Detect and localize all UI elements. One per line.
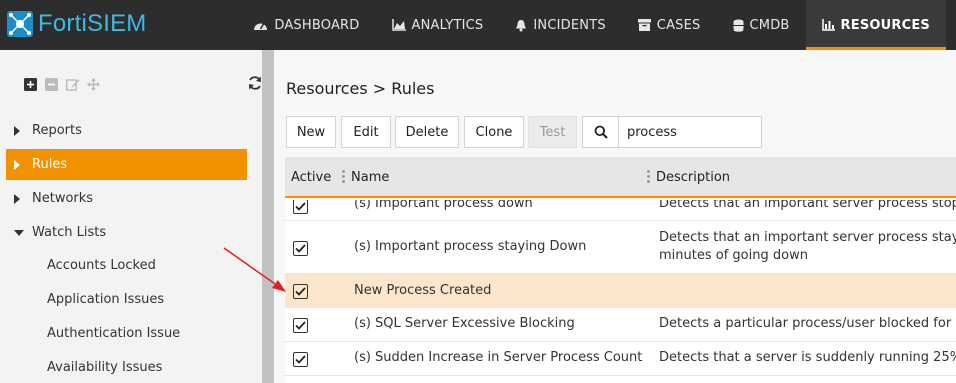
active-checkbox[interactable] xyxy=(293,352,308,367)
column-resize-handle[interactable] xyxy=(342,170,345,186)
test-button[interactable]: Test xyxy=(528,116,577,148)
nav-dashboard-label: DASHBOARD xyxy=(274,17,360,33)
sidebar-item-label: Networks xyxy=(32,191,94,206)
column-header-name[interactable]: Name xyxy=(351,170,389,185)
table-header: Active Name Description xyxy=(285,157,956,198)
nav-incidents-label: INCIDENTS xyxy=(533,17,606,33)
top-navbar: FortiSIEM DASHBOARD ANALYTICS INCIDENTS … xyxy=(0,0,956,50)
column-header-description[interactable]: Description xyxy=(656,170,730,185)
new-button[interactable]: New xyxy=(286,116,336,148)
caret-down-icon xyxy=(14,229,24,236)
sidebar-child-accounts-locked[interactable]: Accounts Locked xyxy=(47,256,156,276)
rule-description: Detects that a server is suddenly runnin… xyxy=(659,350,956,365)
archive-icon xyxy=(637,19,651,31)
sidebar-child-availability-issues[interactable]: Availability Issues xyxy=(47,358,162,378)
nav-cases-label: CASES xyxy=(656,17,701,33)
edit-icon[interactable] xyxy=(65,76,80,91)
database-icon xyxy=(733,19,743,32)
dashboard-icon xyxy=(254,23,268,30)
bar-chart-icon xyxy=(821,19,835,31)
caret-right-icon xyxy=(14,125,24,136)
table-row[interactable]: (s) SQL Server Excessive Blocking Detect… xyxy=(285,308,956,342)
sidebar-toolbar xyxy=(24,76,100,91)
brand-name: FortiSIEM xyxy=(38,10,147,37)
sidebar-child-authentication-issue[interactable]: Authentication Issue xyxy=(47,324,180,344)
active-checkbox[interactable] xyxy=(293,200,308,214)
add-icon[interactable] xyxy=(24,76,37,91)
active-checkbox[interactable] xyxy=(293,284,308,299)
brand-logo[interactable]: FortiSIEM xyxy=(6,8,146,40)
search-icon[interactable] xyxy=(583,117,619,147)
nav-incidents[interactable]: INCIDENTS xyxy=(499,0,621,50)
table-row-selected[interactable]: New Process Created xyxy=(285,274,956,308)
nav-cmdb-label: CMDB xyxy=(749,17,790,33)
rule-description: Detects a particular process/user blocke… xyxy=(659,316,956,331)
edit-button[interactable]: Edit xyxy=(341,116,391,148)
rules-table-body: (s) Important process down Detects that … xyxy=(285,200,956,383)
nav-resources[interactable]: RESOURCES xyxy=(805,0,946,50)
rule-name: (s) Important process staying Down xyxy=(354,239,587,254)
column-resize-handle[interactable] xyxy=(647,170,650,186)
move-icon[interactable] xyxy=(87,76,100,91)
table-row[interactable]: (s) Important process down Detects that … xyxy=(285,200,956,221)
rule-description-line2: minutes of going down xyxy=(659,248,808,263)
nav-dashboard[interactable]: DASHBOARD xyxy=(237,0,375,50)
search-input[interactable] xyxy=(619,117,759,147)
sidebar-item-reports[interactable]: Reports xyxy=(6,115,247,146)
fortisiem-logo-icon xyxy=(7,11,33,37)
rule-name: (s) Sudden Increase in Server Process Co… xyxy=(354,350,643,365)
breadcrumb: Resources > Rules xyxy=(286,79,435,98)
sidebar-item-label: Watch Lists xyxy=(32,225,107,240)
rule-name: New Process Created xyxy=(354,283,492,298)
rule-name: (s) Important process down xyxy=(354,200,533,211)
caret-right-icon xyxy=(14,159,24,170)
sidebar-item-label: Rules xyxy=(32,157,68,172)
remove-icon[interactable] xyxy=(45,76,58,91)
sidebar-item-watch-lists[interactable]: Watch Lists xyxy=(6,217,247,248)
rule-description: Detects that an important server process… xyxy=(659,230,956,245)
table-row[interactable]: (s) Sudden Increase in Server Process Co… xyxy=(285,342,956,376)
refresh-icon[interactable] xyxy=(247,75,263,91)
chart-icon xyxy=(391,19,406,31)
column-header-active[interactable]: Active xyxy=(291,170,331,185)
sidebar-item-networks[interactable]: Networks xyxy=(6,183,247,214)
nav-cmdb[interactable]: CMDB xyxy=(717,0,806,50)
rule-name: (s) SQL Server Excessive Blocking xyxy=(354,316,575,331)
active-checkbox[interactable] xyxy=(293,318,308,333)
active-checkbox[interactable] xyxy=(293,241,308,256)
nav-cases[interactable]: CASES xyxy=(622,0,717,50)
nav-analytics-label: ANALYTICS xyxy=(411,17,484,33)
search-box xyxy=(582,116,762,148)
clone-button[interactable]: Clone xyxy=(464,116,524,148)
nav-analytics[interactable]: ANALYTICS xyxy=(376,0,500,50)
rule-description: Detects that an important server process… xyxy=(659,200,956,211)
table-row[interactable]: (s) Important process staying Down Detec… xyxy=(285,222,956,274)
nav-resources-label: RESOURCES xyxy=(840,17,930,33)
main-nav: DASHBOARD ANALYTICS INCIDENTS CASES CMDB… xyxy=(237,0,946,50)
caret-right-icon xyxy=(14,193,24,204)
sidebar-item-rules[interactable]: Rules xyxy=(6,149,247,180)
sidebar-item-label: Reports xyxy=(32,123,82,138)
delete-button[interactable]: Delete xyxy=(395,116,459,148)
bell-icon xyxy=(516,19,527,31)
sidebar-scrollbar[interactable] xyxy=(262,50,274,383)
sidebar-child-application-issues[interactable]: Application Issues xyxy=(47,290,164,310)
